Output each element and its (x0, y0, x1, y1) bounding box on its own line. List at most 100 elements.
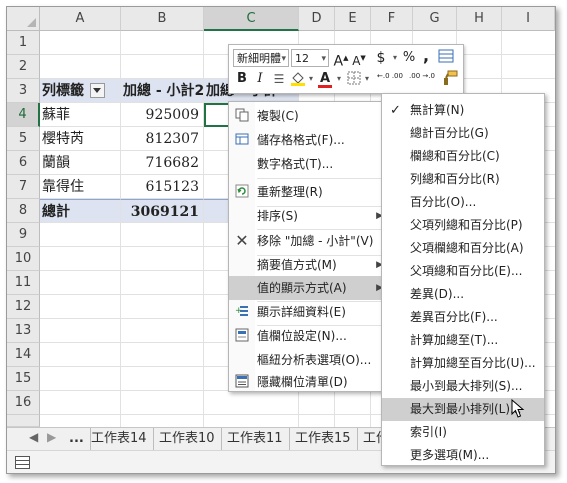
submenu-item[interactable]: 差異百分比(F)... (382, 306, 544, 329)
submenu-item-label: 百分比(O)... (410, 195, 477, 209)
currency-dropdown-icon[interactable]: ▾ (391, 49, 399, 67)
font-size-dropdown[interactable]: 12 (291, 49, 329, 68)
menu-item-hide-field-list[interactable]: 隱藏欄位清單(D) (229, 370, 392, 394)
row-header-17[interactable] (7, 415, 40, 427)
submenu-item[interactable]: 計算加總至百分比(U)... (382, 352, 544, 375)
macro-record-icon[interactable] (15, 456, 30, 469)
menu-item-format-cells[interactable]: 儲存格格式(F)... (229, 128, 392, 152)
menu-item-show-values-as-label: 值的顯示方式(A) (257, 281, 347, 295)
column-header-g[interactable]: G (413, 7, 457, 31)
pivot-total-value[interactable]: 3069121 (121, 199, 204, 223)
row-header-15[interactable]: 15 (7, 367, 40, 391)
row-header-16[interactable]: 16 (7, 391, 40, 415)
pivot-row-value[interactable]: 615123 (121, 175, 204, 199)
submenu-item[interactable]: 百分比(O)... (382, 191, 544, 214)
row-header-6[interactable]: 6 (7, 151, 40, 175)
sheet-tab[interactable]: 工作表10 (153, 428, 222, 450)
menu-item-refresh[interactable]: 重新整理(R) (229, 180, 392, 204)
menu-item-number-format[interactable]: 數字格式(T)... (229, 152, 392, 176)
shrink-font-icon[interactable]: A▼ (351, 49, 367, 68)
pivot-row-value[interactable]: 812307 (121, 127, 204, 151)
bold-button[interactable]: B (235, 70, 249, 88)
submenu-item[interactable]: 欄總和百分比(C) (382, 145, 544, 168)
column-header-b[interactable]: B (121, 7, 204, 31)
row-header-9[interactable]: 9 (7, 223, 40, 247)
sheet-tab[interactable]: 工作表14 (85, 428, 154, 450)
increase-decimal-icon[interactable]: ←.0 .00 (375, 72, 405, 90)
sheet-tab[interactable]: 工作表11 (221, 428, 290, 450)
fill-color-dropdown-icon[interactable]: ▾ (307, 70, 315, 88)
column-header-e[interactable]: E (335, 7, 371, 31)
submenu-item[interactable]: 最小到最大排列(S)... (382, 375, 544, 398)
italic-button[interactable]: I (253, 70, 267, 88)
submenu-item-more-options[interactable]: 更多選項(M)... (382, 444, 544, 467)
pivot-row-label[interactable]: 靠得住 (40, 175, 121, 199)
submenu-item[interactable]: 總計百分比(G) (382, 122, 544, 145)
menu-item-pivot-options[interactable]: 樞紐分析表選項(O)... (229, 348, 392, 372)
context-menu: 複製(C) 儲存格格式(F)... 數字格式(T)... 重新整理(R) 排序(… (228, 101, 393, 392)
submenu-item[interactable]: 父項總和百分比(E)... (382, 260, 544, 283)
comma-style-icon[interactable]: , (419, 47, 433, 65)
row-header-3[interactable]: 3 (7, 79, 40, 103)
decrease-decimal-icon[interactable]: .00 →.0 (407, 72, 437, 90)
row-header-12[interactable]: 12 (7, 295, 40, 319)
column-header-i[interactable]: I (502, 7, 555, 31)
submenu-item[interactable]: 父項欄總和百分比(A) (382, 237, 544, 260)
align-center-icon[interactable]: ☰ (271, 70, 287, 88)
sheet-tab[interactable]: 工作表15 (289, 428, 358, 450)
menu-item-copy[interactable]: 複製(C) (229, 104, 392, 128)
pivot-row-value[interactable]: 925009 (121, 103, 204, 127)
column-header-a[interactable]: A (40, 7, 121, 31)
row-header-14[interactable]: 14 (7, 343, 40, 367)
filter-dropdown-icon[interactable] (90, 82, 105, 98)
pivot-row-value[interactable]: 716682 (121, 151, 204, 175)
menu-item-sort[interactable]: 排序(S) ▶ (229, 204, 392, 228)
submenu-item[interactable]: 列總和百分比(R) (382, 168, 544, 191)
menu-item-remove-field[interactable]: ✕ 移除 "加總 - 小計"(V) (229, 229, 392, 253)
grow-font-icon[interactable]: A▲ (333, 49, 349, 70)
row-header-5[interactable]: 5 (7, 127, 40, 151)
tab-scroll-right-icon[interactable]: ▶ (47, 430, 56, 444)
submenu-item[interactable]: 父項列總和百分比(P) (382, 214, 544, 237)
font-name-dropdown[interactable]: 新細明體 (233, 49, 289, 68)
row-header-11[interactable]: 11 (7, 271, 40, 295)
menu-item-value-field-settings[interactable]: 值欄位設定(N)... (229, 324, 392, 348)
menu-item-show-values-as[interactable]: 值的顯示方式(A) ▶ (229, 276, 392, 300)
column-header-d[interactable]: D (299, 7, 335, 31)
row-header-10[interactable]: 10 (7, 247, 40, 271)
menu-item-number-format-label: 數字格式(T)... (257, 157, 334, 171)
format-painter-icon[interactable] (441, 70, 459, 88)
pivot-row-labels-header[interactable]: 列標籤 (40, 79, 121, 103)
row-header-7[interactable]: 7 (7, 175, 40, 199)
row-header-13[interactable]: 13 (7, 319, 40, 343)
font-color-icon[interactable]: A (317, 70, 333, 88)
row-header-4[interactable]: 4 (7, 103, 40, 127)
menu-item-show-details[interactable]: + 顯示詳細資料(E) (229, 300, 392, 324)
percent-style-icon[interactable]: % (401, 49, 417, 67)
pivot-row-label[interactable]: 蘭韻 (40, 151, 121, 175)
submenu-item[interactable]: 差異(D)... (382, 283, 544, 306)
submenu-item[interactable]: 索引(I) (382, 421, 544, 444)
pivot-sum2-header[interactable]: 加總 - 小計2 (121, 79, 204, 103)
borders-icon[interactable] (345, 70, 363, 88)
submenu-item[interactable]: 計算加總至(T)... (382, 329, 544, 352)
pivot-row-label[interactable]: 蘇菲 (40, 103, 121, 127)
pivot-total-label[interactable]: 總計 (40, 199, 121, 223)
column-header-c[interactable]: C (204, 7, 299, 31)
currency-format-icon[interactable]: $ (371, 49, 391, 67)
column-header-f[interactable]: F (371, 7, 413, 31)
font-color-dropdown-icon[interactable]: ▾ (335, 70, 343, 88)
submenu-item-no-calculation[interactable]: ✓ 無計算(N) (382, 99, 544, 122)
format-painter-table-icon[interactable] (437, 49, 455, 67)
row-header-2[interactable]: 2 (7, 55, 40, 79)
pivot-row-label[interactable]: 櫻特芮 (40, 127, 121, 151)
select-all-corner[interactable] (7, 7, 40, 31)
borders-dropdown-icon[interactable]: ▾ (363, 70, 371, 88)
row-header-1[interactable]: 1 (7, 31, 40, 55)
row-header-8[interactable]: 8 (7, 199, 40, 223)
column-header-h[interactable]: H (457, 7, 502, 31)
tab-scroll-left-icon[interactable]: ◀ (29, 430, 38, 444)
menu-item-summarize-by[interactable]: 摘要值方式(M) ▶ (229, 253, 392, 277)
submenu-item-label: 更多選項(M)... (410, 448, 490, 462)
fill-color-icon[interactable] (289, 70, 307, 88)
